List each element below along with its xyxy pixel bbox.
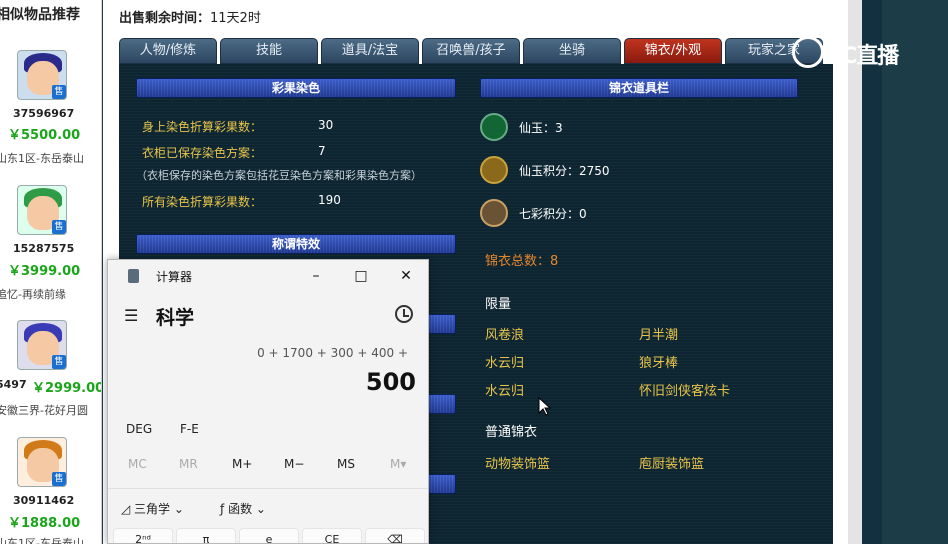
dye-body-label: 身上染色折算彩果数： (142, 120, 263, 134)
page-scroll-area[interactable] (848, 0, 948, 544)
similar-items-title: 相似物品推荐 (0, 7, 80, 23)
backspace-key[interactable]: ⌫ (365, 528, 425, 543)
memory-add-button[interactable]: M+ (232, 457, 252, 471)
trigonometry-icon: ◿ (121, 502, 135, 516)
wardrobe-saved-label: 衣柜已保存染色方案： (142, 146, 263, 160)
item-server: 追忆-再续前缘 (0, 288, 66, 301)
dye-body-value: 30 (318, 118, 334, 132)
chevron-down-icon: ⌄ (170, 502, 184, 516)
memory-clear-button[interactable]: MC (128, 457, 147, 471)
calculator-app-name: 计算器 (156, 270, 193, 284)
fixed-exponent-button[interactable]: F-E (180, 422, 199, 436)
pi-key[interactable]: π (176, 528, 236, 543)
memory-recall-button[interactable]: MR (179, 457, 198, 471)
background-strip (862, 0, 882, 544)
dye-note: （衣柜保存的染色方案包括花豆染色方案和彩果染色方案） (136, 169, 422, 182)
hamburger-menu-icon[interactable]: ☰ (124, 306, 138, 325)
item-price: ￥1888.00 (8, 516, 81, 531)
limited-costume-item[interactable]: 风卷浪 (485, 324, 524, 343)
history-icon[interactable] (395, 305, 413, 323)
limited-costume-item[interactable]: 怀旧剑侠客炫卡 (639, 380, 730, 399)
character-avatar[interactable]: 售 (17, 437, 67, 487)
cc-logo-icon (792, 36, 824, 68)
trigonometry-dropdown[interactable]: ◿ 三角学 ⌄ (121, 500, 184, 517)
item-id: 5497 (0, 378, 27, 391)
character-avatar[interactable]: 售 (17, 185, 67, 235)
rainbow-points: 七彩积分：0 (519, 207, 587, 221)
sale-tag: 售 (52, 85, 66, 99)
item-server: 山东1区-东岳泰山 (0, 537, 84, 544)
tab-items[interactable]: 道具/法宝 (321, 38, 419, 64)
sale-tag: 售 (52, 472, 66, 486)
item-server: 山东1区-东岳泰山 (0, 152, 84, 165)
jade-icon (480, 113, 508, 141)
item-price: ￥3999.00 (8, 264, 81, 279)
tab-pets[interactable]: 召唤兽/孩子 (422, 38, 520, 64)
jade-points-icon (480, 156, 508, 184)
costume-total: 锦衣总数：8 (485, 254, 559, 269)
scrollbar[interactable] (848, 0, 862, 544)
limited-costume-item[interactable]: 水云归 (485, 380, 524, 399)
wardrobe-saved-value: 7 (318, 144, 326, 158)
calculator-app-icon (128, 269, 139, 283)
maximize-button[interactable]: □ (346, 264, 376, 288)
memory-list-button[interactable]: M▾ (390, 457, 406, 471)
sale-time-value: 11天2时 (210, 11, 261, 26)
trigonometry-label: 三角学 (134, 502, 171, 516)
item-id: 30911462 (13, 494, 75, 507)
title-effect-section-header: 称谓特效 (136, 234, 456, 254)
divider (108, 488, 428, 489)
jade-points: 仙玉积分：2750 (519, 164, 610, 178)
close-button[interactable]: ✕ (391, 264, 421, 288)
dye-section-header: 彩果染色 (136, 78, 456, 98)
calculator-mode-title: 科学 (156, 307, 195, 329)
detail-tabs: 人物/修炼 技能 道具/法宝 召唤兽/孩子 坐骑 锦衣/外观 玩家之家 (119, 38, 833, 64)
item-price: ￥5500.00 (8, 128, 81, 143)
wardrobe-items-section-header: 锦衣道具栏 (480, 78, 798, 98)
calculator-titlebar[interactable]: 计算器 – □ ✕ (108, 260, 428, 292)
chevron-down-icon: ⌄ (252, 502, 266, 516)
normal-costume-item[interactable]: 庖厨装饰篮 (639, 453, 704, 472)
minimize-button[interactable]: – (301, 264, 331, 288)
watermark-text: CC直播 (826, 44, 899, 69)
limited-category-label: 限量 (485, 297, 512, 312)
calculator-expression: 0 + 1700 + 300 + 400 + (257, 346, 408, 360)
item-id: 37596967 (13, 107, 75, 120)
tab-character[interactable]: 人物/修炼 (119, 38, 217, 64)
tab-mounts[interactable]: 坐骑 (523, 38, 621, 64)
sale-time-label: 出售剩余时间： (119, 11, 211, 26)
second-function-key[interactable]: 2ⁿᵈ (113, 528, 173, 543)
dye-total-label: 所有染色折算彩果数： (142, 195, 263, 209)
sale-tag: 售 (52, 220, 66, 234)
item-price: ￥2999.00 (32, 381, 102, 396)
mouse-cursor-icon (538, 397, 552, 416)
limited-costume-item[interactable]: 水云归 (485, 352, 524, 371)
calculator-result: 500 (365, 368, 416, 396)
character-avatar[interactable]: 售 (17, 50, 67, 100)
dye-total-value: 190 (318, 193, 341, 207)
rainbow-points-icon (480, 199, 508, 227)
similar-items-panel: 相似物品推荐 售 37596967 ￥5500.00 山东1区-东岳泰山 售 1… (0, 0, 102, 544)
angle-unit-button[interactable]: DEG (126, 422, 152, 436)
normal-costume-item[interactable]: 动物装饰篮 (485, 453, 550, 472)
item-server: 安徽三界-花好月圆 (0, 404, 88, 417)
sale-tag: 售 (52, 355, 66, 369)
jade-count: 仙玉：3 (519, 121, 563, 135)
memory-subtract-button[interactable]: M− (284, 457, 304, 471)
tab-skills[interactable]: 技能 (220, 38, 318, 64)
character-avatar[interactable]: 售 (17, 320, 67, 370)
sale-remaining-time: 出售剩余时间：11天2时 (119, 7, 261, 26)
limited-costume-item[interactable]: 月半潮 (639, 324, 678, 343)
limited-costume-item[interactable]: 狼牙棒 (639, 352, 678, 371)
function-dropdown[interactable]: ƒ 函数 ⌄ (220, 500, 266, 517)
calculator-window: 计算器 – □ ✕ ☰ 科学 0 + 1700 + 300 + 400 + 50… (107, 259, 429, 544)
clear-entry-key[interactable]: CE (302, 528, 362, 543)
memory-store-button[interactable]: MS (337, 457, 355, 471)
function-label: 函数 (228, 502, 253, 516)
euler-key[interactable]: e (239, 528, 299, 543)
tab-costumes[interactable]: 锦衣/外观 (624, 38, 722, 64)
normal-category-label: 普通锦衣 (485, 425, 538, 440)
item-id: 15287575 (13, 242, 75, 255)
